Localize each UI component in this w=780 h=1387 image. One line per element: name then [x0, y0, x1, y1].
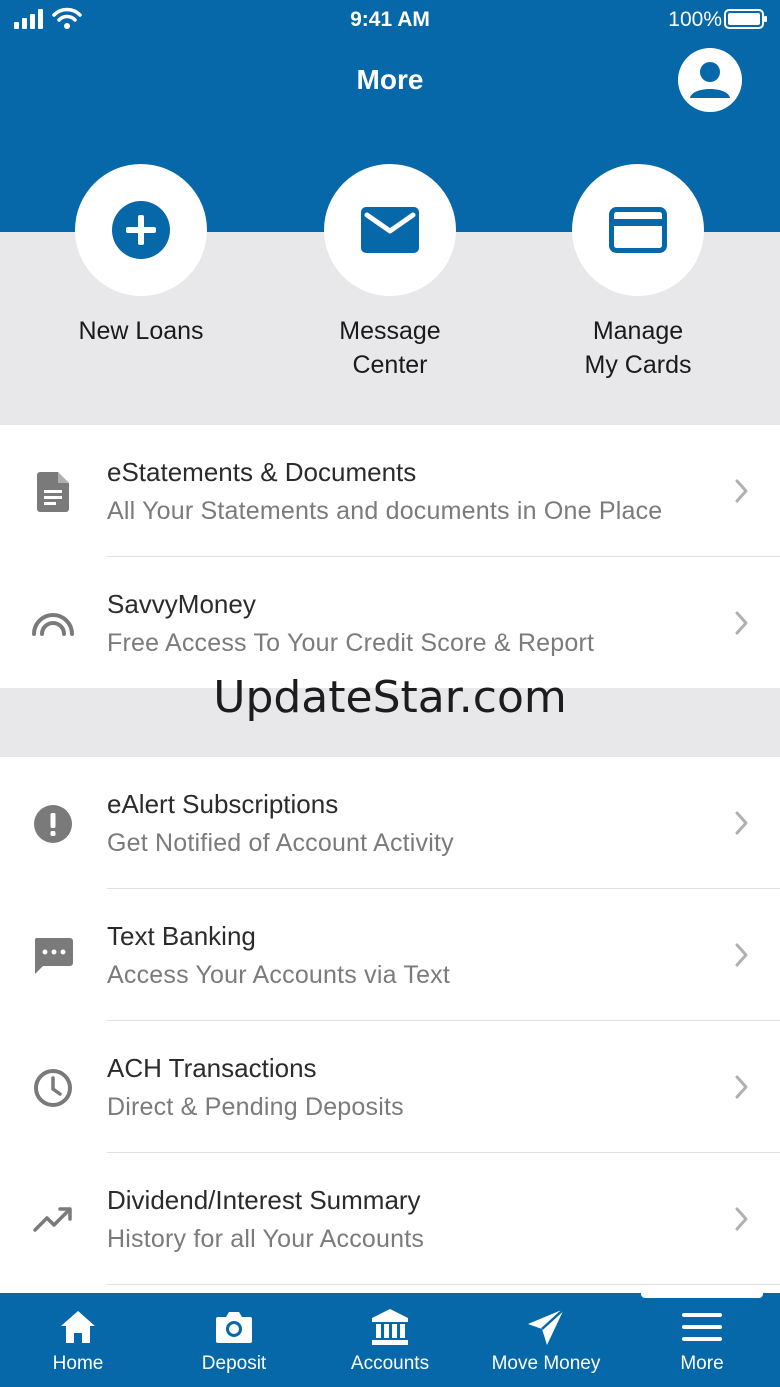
new-loans-circle — [75, 164, 207, 296]
quick-actions: New Loans Message Center Manage My Cards — [0, 164, 780, 424]
profile-button[interactable] — [678, 48, 742, 112]
chevron-right-icon — [735, 811, 748, 835]
send-icon — [528, 1308, 565, 1345]
list-item-subtitle: History for all Your Accounts — [107, 1225, 425, 1253]
document-icon — [30, 469, 76, 515]
tab-move-money[interactable]: Move Money — [468, 1293, 624, 1387]
tab-label: Accounts — [350, 1353, 430, 1374]
new-loans-button[interactable]: New Loans — [21, 164, 261, 348]
list-item-subtitle: Access Your Accounts via Text — [107, 961, 451, 989]
chat-icon — [30, 933, 76, 979]
status-bar: 9:41 AM 100% — [0, 0, 780, 40]
message-center-button[interactable]: Message Center — [270, 164, 510, 382]
user-avatar-icon — [690, 62, 730, 98]
list-item-title: ACH Transactions — [107, 1053, 317, 1083]
manage-cards-label: Manage My Cards — [584, 317, 692, 379]
tab-accounts[interactable]: Accounts — [312, 1293, 468, 1387]
list-item-subtitle: All Your Statements and documents in One… — [107, 497, 663, 525]
envelope-icon — [361, 207, 419, 253]
list-item-estatements[interactable]: eStatements & Documents All Your Stateme… — [0, 425, 780, 557]
manage-cards-button[interactable]: Manage My Cards — [518, 164, 758, 382]
battery-icon — [724, 9, 767, 29]
list-section-documents: eStatements & Documents All Your Stateme… — [0, 425, 780, 688]
list-item-dividend-summary[interactable]: Dividend/Interest Summary History for al… — [0, 1153, 780, 1285]
list-item-ach-transactions[interactable]: ACH Transactions Direct & Pending Deposi… — [0, 1021, 780, 1153]
clock-icon — [30, 1065, 76, 1111]
bottom-tab-bar: Home Deposit Accounts Move Money More — [0, 1293, 780, 1387]
list-section-services: eAlert Subscriptions Get Notified of Acc… — [0, 757, 780, 1293]
tab-label: More — [680, 1353, 724, 1374]
divider — [107, 1284, 780, 1285]
list-item-subtitle: Get Notified of Account Activity — [107, 829, 454, 857]
tab-more[interactable]: More — [624, 1293, 780, 1387]
tab-label: Deposit — [201, 1353, 267, 1374]
bank-icon — [372, 1309, 408, 1345]
page-title: More — [356, 64, 424, 95]
watermark-text: UpdateStar.com — [213, 672, 567, 723]
tab-label: Move Money — [491, 1353, 601, 1374]
status-time: 9:41 AM — [350, 8, 430, 31]
new-loans-label: New Loans — [78, 317, 204, 345]
chevron-right-icon — [735, 611, 748, 635]
list-item-text-banking[interactable]: Text Banking Access Your Accounts via Te… — [0, 889, 780, 1021]
list-item-title: Dividend/Interest Summary — [107, 1185, 421, 1215]
list-item-subtitle: Direct & Pending Deposits — [107, 1093, 404, 1121]
tab-deposit[interactable]: Deposit — [156, 1293, 312, 1387]
list-item-savvymoney[interactable]: SavvyMoney Free Access To Your Credit Sc… — [0, 557, 780, 689]
list-item-title: SavvyMoney — [107, 589, 256, 619]
message-center-label: Message Center — [339, 317, 441, 379]
list-item-title: eStatements & Documents — [107, 457, 417, 487]
list-item-subtitle: Free Access To Your Credit Score & Repor… — [107, 629, 595, 657]
trending-up-icon — [30, 1197, 76, 1243]
home-icon — [61, 1311, 95, 1343]
tab-label: Home — [52, 1353, 104, 1374]
credit-card-icon — [609, 207, 667, 253]
chevron-right-icon — [735, 479, 748, 503]
chevron-right-icon — [735, 1207, 748, 1231]
battery-percent: 100% — [668, 8, 722, 31]
list-item-title: eAlert Subscriptions — [107, 789, 339, 819]
manage-cards-circle — [572, 164, 704, 296]
menu-icon — [682, 1313, 722, 1341]
chevron-right-icon — [735, 943, 748, 967]
list-item-ealerts[interactable]: eAlert Subscriptions Get Notified of Acc… — [0, 757, 780, 889]
camera-icon — [216, 1312, 252, 1343]
chevron-right-icon — [735, 1075, 748, 1099]
plus-circle-icon — [112, 201, 170, 259]
gauge-icon — [30, 601, 76, 647]
alert-icon — [30, 801, 76, 847]
message-center-circle — [324, 164, 456, 296]
tab-home[interactable]: Home — [0, 1293, 156, 1387]
list-item-title: Text Banking — [107, 921, 256, 951]
